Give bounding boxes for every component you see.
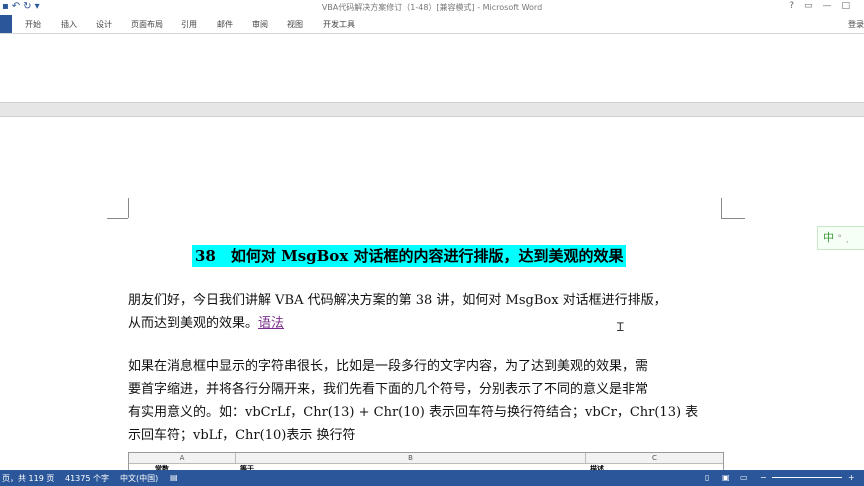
macro-record-icon[interactable]: ▤: [170, 473, 178, 482]
tab-review[interactable]: 审阅: [252, 19, 268, 30]
status-bar: 页，共 119 页 41375 个字 中文(中国) ▤ ▯ ▣ ▭ − +: [0, 470, 864, 486]
file-tab[interactable]: [0, 15, 12, 33]
tab-home[interactable]: 开始: [25, 19, 41, 30]
syntax-link[interactable]: 语法: [258, 316, 284, 331]
paragraph-line: 从而达到美观的效果。: [128, 316, 259, 331]
tab-design[interactable]: 设计: [96, 19, 112, 30]
title-bar: ▪↶↻▾ VBA代码解决方案修订（1-48）[兼容模式] - Microsoft…: [0, 0, 864, 15]
i-beam-cursor-icon: Ɪ: [617, 320, 624, 334]
document-heading: 38 如何对 MsgBox 对话框的内容进行排版，达到美观的效果: [192, 245, 627, 267]
print-layout-icon[interactable]: ▣: [722, 473, 730, 482]
ime-indicator[interactable]: 中 ° ¸: [817, 226, 864, 250]
crop-mark-right: [721, 198, 722, 218]
help-icon[interactable]: ?: [789, 1, 804, 11]
maximize-icon[interactable]: □: [841, 1, 860, 11]
paragraph-line: 朋友们好，今日我们讲解 VBA 代码解决方案的第 38 讲，如何对 MsgBox…: [128, 293, 667, 308]
column-header-c: C: [652, 454, 657, 462]
language-indicator[interactable]: 中文(中国): [120, 473, 158, 484]
paragraph-intro: 朋友们好，今日我们讲解 VBA 代码解决方案的第 38 讲，如何对 MsgBox…: [128, 289, 724, 335]
read-mode-icon[interactable]: ▯: [705, 473, 709, 482]
ime-label: 中: [823, 231, 834, 244]
page-count[interactable]: 页，共 119 页: [2, 473, 54, 484]
paragraph-body: 如果在消息框中显示的字符串很长，比如是一段多行的文字内容，为了达到美观的效果，需…: [128, 355, 724, 447]
minimize-icon[interactable]: —: [822, 1, 841, 11]
tab-insert[interactable]: 插入: [61, 19, 77, 30]
column-header-b: B: [236, 453, 586, 463]
tab-references[interactable]: 引用: [181, 19, 197, 30]
login-link[interactable]: 登录: [848, 19, 864, 30]
zoom-in-icon[interactable]: +: [848, 473, 855, 482]
tab-developer[interactable]: 开发工具: [323, 19, 355, 30]
window-title: VBA代码解决方案修订（1-48）[兼容模式] - Microsoft Word: [321, 3, 543, 12]
crop-mark-right-h: [721, 218, 745, 219]
ribbon: 开始 插入 设计 页面布局 引用 邮件 审阅 视图 开发工具 登录: [0, 15, 864, 34]
ime-extras: ° ¸: [837, 234, 850, 244]
column-header-a: A: [129, 453, 236, 463]
embedded-excel-table[interactable]: A B C 常数 等于 描述: [128, 452, 724, 472]
paragraph-line: 有实用意义的。如：vbCrLf，Chr(13) + Chr(10) 表示回车符与…: [128, 405, 699, 420]
crop-mark-left-h: [107, 218, 128, 219]
tab-view[interactable]: 视图: [287, 19, 303, 30]
paragraph-line-with-link: 从而达到美观的效果。语法: [128, 312, 724, 335]
zoom-out-icon[interactable]: −: [760, 473, 767, 482]
web-layout-icon[interactable]: ▭: [740, 473, 748, 482]
paragraph-line: 要首字缩进，并将各行分隔开来，我们先看下面的几个符号，分别表示了不同的意义是非常: [128, 382, 649, 397]
zoom-slider[interactable]: [772, 477, 842, 478]
paragraph-line: 如果在消息框中显示的字符串很长，比如是一段多行的文字内容，为了达到美观的效果，需: [128, 359, 649, 374]
previous-page: [0, 34, 864, 103]
tab-mailings[interactable]: 邮件: [217, 19, 233, 30]
word-count[interactable]: 41375 个字: [65, 473, 109, 484]
tab-page-layout[interactable]: 页面布局: [131, 19, 163, 30]
paragraph-line: 示回车符；vbLf，Chr(10)表示 换行符: [128, 428, 356, 443]
window-controls: ?▭—□: [789, 1, 860, 11]
ribbon-display-icon[interactable]: ▭: [804, 1, 823, 11]
crop-mark-left: [128, 198, 129, 218]
